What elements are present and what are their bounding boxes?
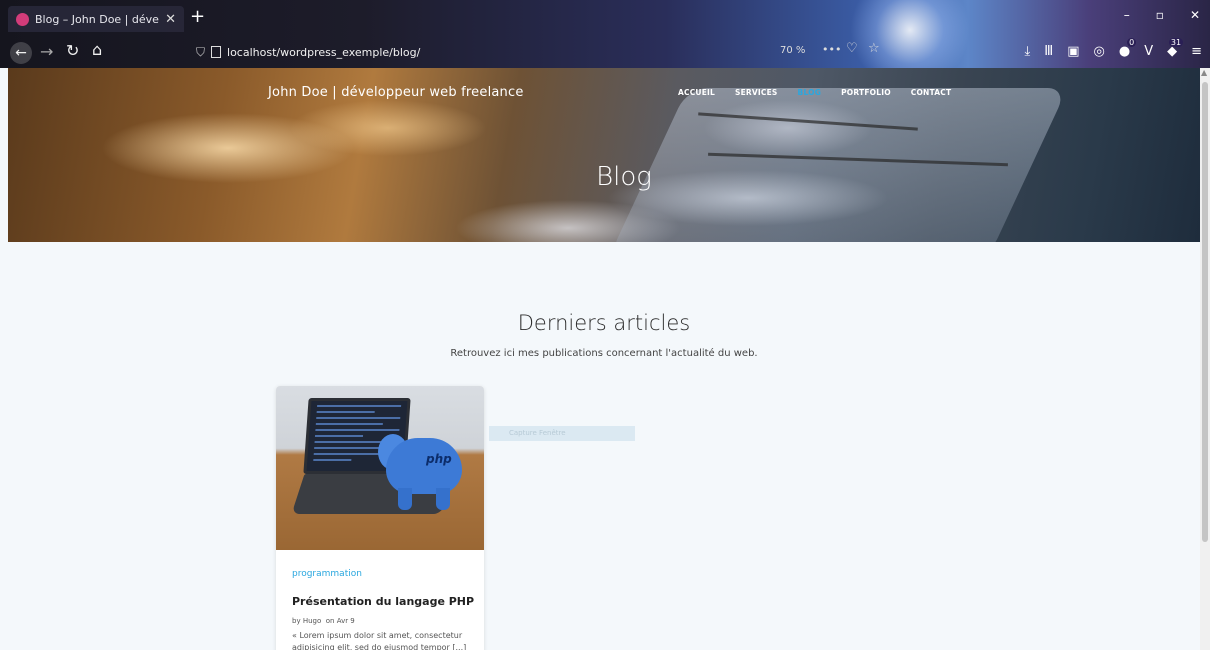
browser-chrome: Blog – John Doe | développeur ✕ + – ▫ ✕ … — [0, 0, 1210, 68]
menu-icon[interactable]: ≡ — [1191, 44, 1202, 59]
post-thumbnail[interactable]: php — [276, 386, 484, 550]
nav-item-portfolio[interactable]: PORTFOLIO — [841, 88, 891, 97]
home-icon[interactable]: ⌂ — [92, 40, 102, 60]
site-navigation: ACCUEIL SERVICES BLOG PORTFOLIO CONTACT — [678, 88, 951, 97]
hero-title: Blog — [596, 162, 652, 192]
page-scrollbar[interactable]: ▲ — [1200, 68, 1210, 650]
post-author[interactable]: Hugo — [303, 617, 321, 625]
cube-extension-icon[interactable]: ◆ 31 — [1167, 38, 1184, 59]
nav-item-blog[interactable]: BLOG — [798, 88, 822, 97]
author-prefix: by — [292, 617, 301, 625]
ghost-extension-icon[interactable]: ● 0 — [1119, 38, 1137, 59]
php-logo-icon: php — [426, 452, 452, 466]
toolbar-extensions: ⤓ Ⅲ ▣ ◎ ● 0 V ◆ 31 ≡ — [1024, 38, 1202, 59]
post-card[interactable]: php programmation Présentation du langag… — [276, 386, 484, 650]
post-category[interactable]: programmation — [292, 569, 362, 579]
window-controls: – ▫ ✕ — [1124, 8, 1200, 22]
thumbnail-elephant-leg — [436, 488, 450, 510]
tab-close-icon[interactable]: ✕ — [165, 12, 176, 27]
vue-devtools-icon[interactable]: V — [1144, 44, 1153, 59]
pocket-icon[interactable]: ♡ — [846, 41, 858, 56]
post-date: Avr 9 — [336, 617, 355, 625]
thumbnail-elephant-leg — [398, 488, 412, 510]
section-subtitle: Retrouvez ici mes publications concernan… — [450, 348, 758, 359]
library-icon[interactable]: Ⅲ — [1044, 44, 1053, 59]
date-prefix: on — [325, 617, 335, 625]
page-info-icon[interactable] — [211, 46, 222, 58]
forward-arrow-icon[interactable]: → — [40, 42, 53, 62]
hero-banner: John Doe | développeur web freelance ACC… — [8, 68, 1200, 242]
download-icon[interactable]: ⤓ — [1024, 44, 1030, 59]
bookmark-star-icon[interactable]: ☆ — [868, 41, 880, 56]
navigation-toolbar: ← → ↻ ⌂ ⛉ localhost/wordpress_exemple/bl… — [0, 36, 1210, 68]
nav-item-contact[interactable]: CONTACT — [911, 88, 952, 97]
post-excerpt: « Lorem ipsum dolor sit amet, consectetu… — [292, 631, 467, 650]
php-elephant-icon — [386, 438, 462, 494]
url-text[interactable]: localhost/wordpress_exemple/blog/ — [227, 46, 420, 59]
post-meta: by Hugo on Avr 9 — [292, 617, 355, 625]
scroll-up-icon[interactable]: ▲ — [1201, 68, 1207, 77]
capture-window-overlay[interactable]: Capture Fenêtre — [489, 426, 635, 441]
reload-icon[interactable]: ↻ — [66, 41, 79, 61]
page-viewport: John Doe | développeur web freelance ACC… — [8, 68, 1200, 650]
browser-tab[interactable]: Blog – John Doe | développeur ✕ — [8, 6, 184, 32]
new-tab-button[interactable]: + — [190, 6, 205, 28]
site-favicon-icon — [16, 12, 29, 26]
extension-badge-count: 0 — [1127, 38, 1137, 47]
page-actions-icon[interactable]: ••• — [822, 43, 841, 56]
nav-item-accueil[interactable]: ACCUEIL — [678, 88, 715, 97]
scrollbar-thumb[interactable] — [1202, 82, 1208, 542]
tracking-shield-icon[interactable]: ⛉ — [196, 45, 205, 60]
site-title[interactable]: John Doe | développeur web freelance — [268, 85, 524, 100]
nav-item-services[interactable]: SERVICES — [735, 88, 778, 97]
zoom-level[interactable]: 70 % — [780, 45, 805, 56]
restore-button[interactable]: ▫ — [1156, 8, 1164, 22]
section-title: Derniers articles — [517, 311, 691, 335]
extension-badge-count: 31 — [1168, 38, 1184, 47]
tab-title: Blog – John Doe | développeur — [35, 12, 160, 26]
close-window-button[interactable]: ✕ — [1190, 8, 1200, 22]
minimize-button[interactable]: – — [1124, 8, 1130, 22]
url-bar[interactable]: ⛉ localhost/wordpress_exemple/blog/ 70 %… — [196, 40, 896, 64]
post-title[interactable]: Présentation du langage PHP — [292, 595, 474, 608]
sidebar-icon[interactable]: ▣ — [1067, 44, 1079, 59]
tab-bar: Blog – John Doe | développeur ✕ + – ▫ ✕ — [0, 0, 1210, 34]
extension-icon[interactable]: ◎ — [1094, 44, 1105, 59]
back-arrow-icon[interactable]: ← — [10, 42, 32, 64]
